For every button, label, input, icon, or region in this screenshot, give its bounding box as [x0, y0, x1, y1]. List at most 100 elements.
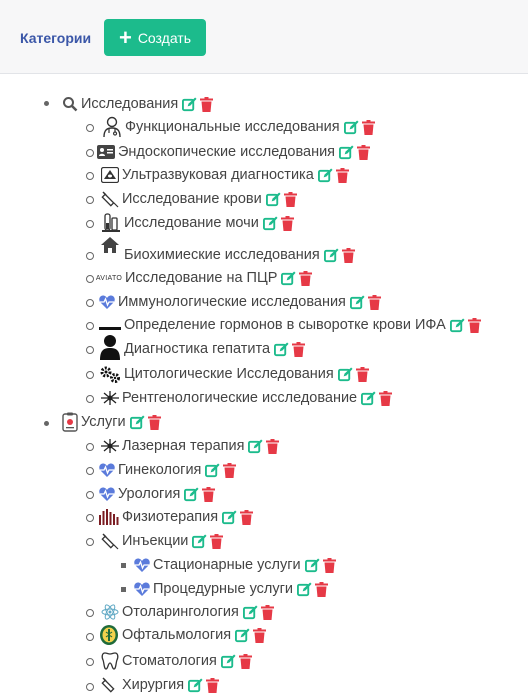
tree-item-immuno[interactable]: Иммунологические исследования	[99, 291, 383, 313]
tree-item-label: Рентгенологические исследование	[122, 390, 358, 406]
delete-icon[interactable]	[251, 627, 268, 644]
bullet	[86, 443, 94, 451]
tree-item-services[interactable]: Услуги	[62, 411, 163, 433]
delete-icon[interactable]	[297, 270, 314, 287]
edit-icon[interactable]	[262, 215, 279, 232]
delete-icon[interactable]	[313, 581, 330, 598]
doctor-icon	[102, 116, 122, 138]
bullet	[86, 683, 94, 691]
tree-item-dentistry[interactable]: Стоматология	[101, 650, 254, 672]
bullet	[121, 563, 126, 568]
delete-icon[interactable]	[290, 341, 307, 358]
tree-item-xray[interactable]: Рентгенологические исследование	[101, 387, 394, 409]
edit-icon[interactable]	[343, 119, 360, 136]
edit-icon[interactable]	[323, 247, 340, 264]
delete-icon[interactable]	[208, 533, 225, 550]
delete-icon[interactable]	[146, 414, 163, 431]
edit-icon[interactable]	[280, 270, 297, 287]
heartbeat-icon	[99, 295, 115, 309]
delete-icon[interactable]	[198, 96, 215, 113]
laser-icon	[101, 438, 119, 454]
tree-item-label: Лазерная терапия	[122, 438, 245, 454]
edit-icon[interactable]	[191, 533, 208, 550]
delete-icon[interactable]	[360, 119, 377, 136]
bullet	[44, 421, 49, 426]
tree-item-physio[interactable]: Физиотерапия	[99, 506, 255, 528]
edit-icon[interactable]	[181, 96, 198, 113]
tree-item-functional[interactable]: Функциональные исследования	[102, 116, 377, 138]
tree-item-urine[interactable]: Исследование мочи	[101, 212, 296, 234]
heartbeat-icon	[134, 582, 150, 596]
delete-icon[interactable]	[334, 167, 351, 184]
tree-item-hormones[interactable]: Определение гормонов в сыворотке крови И…	[124, 314, 483, 336]
magnifier-icon	[62, 96, 78, 112]
tree-item-laser[interactable]: Лазерная терапия	[101, 435, 281, 457]
create-button[interactable]: + Создать	[104, 19, 206, 56]
edit-icon[interactable]	[449, 317, 466, 334]
edit-icon[interactable]	[129, 414, 146, 431]
tree-item-inpatient[interactable]: Стационарные услуги	[134, 554, 338, 576]
edit-icon[interactable]	[234, 627, 251, 644]
edit-icon[interactable]	[247, 438, 264, 455]
tree-item-gynecology[interactable]: Гинекология	[99, 459, 238, 481]
home-icon	[101, 237, 119, 253]
edit-icon[interactable]	[242, 604, 259, 621]
delete-icon[interactable]	[200, 486, 217, 503]
edit-icon[interactable]	[183, 486, 200, 503]
delete-icon[interactable]	[354, 366, 371, 383]
delete-icon[interactable]	[282, 191, 299, 208]
edit-icon[interactable]	[265, 191, 282, 208]
edit-icon[interactable]	[349, 294, 366, 311]
edit-icon[interactable]	[273, 341, 290, 358]
edit-icon[interactable]	[360, 390, 377, 407]
tree-item-label: Биохимиеские исследования	[124, 247, 320, 263]
tree-item-ent[interactable]: Отоларингология	[101, 601, 276, 623]
tree-item-research[interactable]: Исследования	[62, 93, 215, 115]
edit-icon[interactable]	[220, 653, 237, 670]
tooth-icon	[101, 652, 119, 670]
tree-item-label: Урология	[118, 486, 181, 502]
page-header: Категории + Создать	[0, 0, 528, 74]
delete-icon[interactable]	[366, 294, 383, 311]
delete-icon[interactable]	[355, 144, 372, 161]
tree-item-cytology[interactable]: Цитологические Исследования	[99, 363, 371, 385]
tree-item-urology[interactable]: Урология	[99, 483, 217, 505]
tree-item-label: Определение гормонов в сыворотке крови И…	[124, 317, 446, 333]
edit-icon[interactable]	[204, 462, 221, 479]
tree-item-endoscopic[interactable]: Эндоскопические исследования	[97, 141, 372, 163]
delete-icon[interactable]	[237, 653, 254, 670]
bullet	[86, 514, 94, 522]
tree-item-label: Исследование мочи	[124, 215, 259, 231]
delete-icon[interactable]	[238, 509, 255, 526]
delete-icon[interactable]	[466, 317, 483, 334]
edit-icon[interactable]	[337, 366, 354, 383]
delete-icon[interactable]	[279, 215, 296, 232]
tree-item-procedures[interactable]: Процедурные услуги	[134, 578, 330, 600]
tree-item-ophthalmology[interactable]: Офтальмология	[99, 624, 268, 646]
delete-icon[interactable]	[264, 438, 281, 455]
delete-icon[interactable]	[377, 390, 394, 407]
delete-icon[interactable]	[221, 462, 238, 479]
tree-item-biochem[interactable]: Биохимиеские исследования	[124, 244, 357, 266]
edit-icon[interactable]	[187, 677, 204, 694]
delete-icon[interactable]	[340, 247, 357, 264]
tree-item-surgery[interactable]: Хирургия	[101, 674, 221, 696]
tree-item-pcr[interactable]: AVIATO Исследование на ПЦР	[96, 267, 314, 289]
bullet	[86, 322, 94, 330]
delete-icon[interactable]	[259, 604, 276, 621]
delete-icon[interactable]	[204, 677, 221, 694]
edit-icon[interactable]	[304, 557, 321, 574]
edit-icon[interactable]	[338, 144, 355, 161]
atom-icon	[101, 604, 119, 620]
tree-item-hepatitis[interactable]: Диагностика гепатита	[124, 338, 307, 360]
tree-item-label: Физиотерапия	[122, 509, 219, 525]
tree-item-injections[interactable]: Инъекции	[101, 530, 225, 552]
edit-icon[interactable]	[221, 509, 238, 526]
edit-icon[interactable]	[317, 167, 334, 184]
syringe-icon	[101, 190, 119, 208]
tree-item-ultrasound[interactable]: Ультразвуковая диагностика	[101, 164, 351, 186]
tree-item-blood[interactable]: Исследование крови	[101, 188, 299, 210]
bullet	[86, 467, 94, 475]
edit-icon[interactable]	[296, 581, 313, 598]
delete-icon[interactable]	[321, 557, 338, 574]
